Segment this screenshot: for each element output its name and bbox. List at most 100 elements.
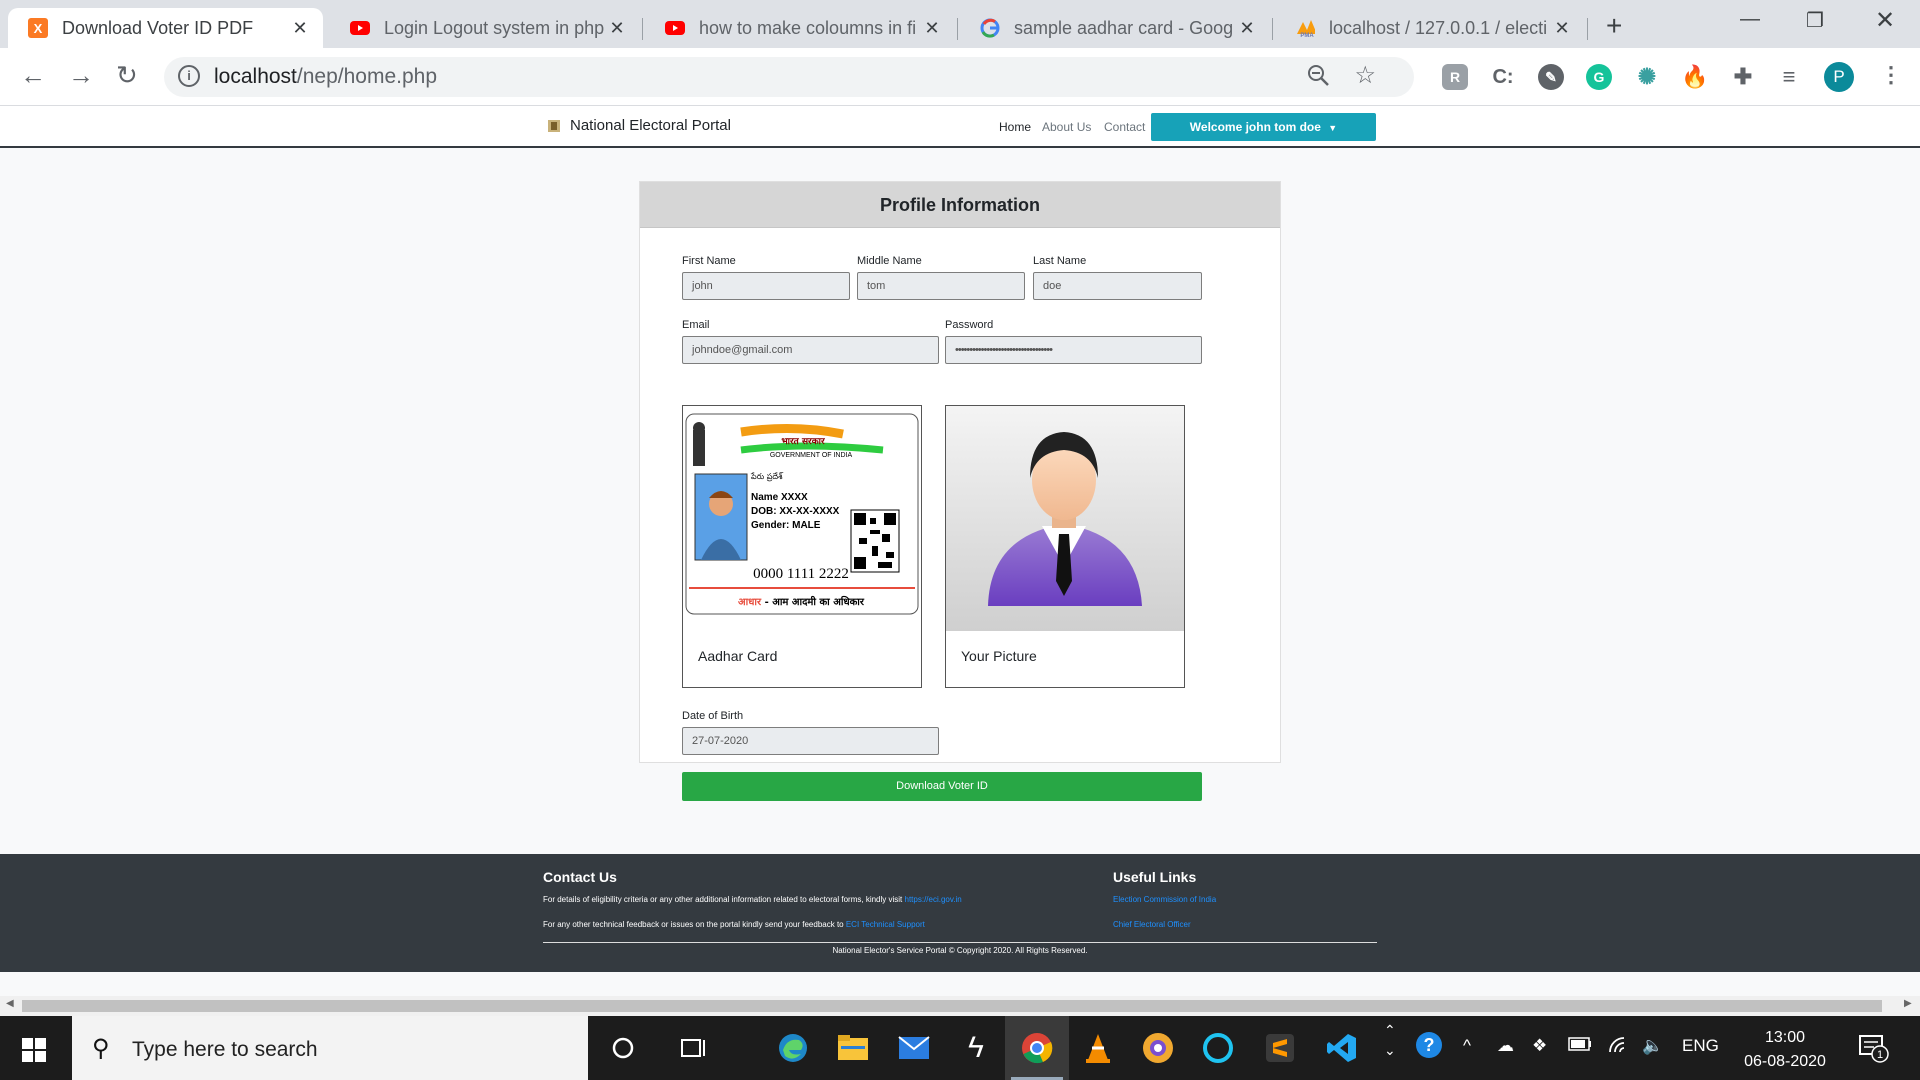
vscode-icon[interactable] bbox=[1324, 1030, 1360, 1066]
extension-fire-icon[interactable]: 🔥 bbox=[1681, 64, 1709, 90]
forward-arrow-icon[interactable]: → bbox=[68, 60, 94, 91]
contact-line-2: For any other technical feedback or issu… bbox=[543, 920, 925, 929]
app-lightning-icon[interactable]: ϟ bbox=[958, 1030, 994, 1066]
file-explorer-icon[interactable] bbox=[835, 1030, 871, 1066]
email-field[interactable]: johndoe@gmail.com bbox=[682, 336, 939, 364]
footer-divider bbox=[543, 942, 1377, 943]
your-picture-box[interactable]: Your Picture bbox=[945, 405, 1185, 688]
youtube-icon bbox=[665, 18, 685, 38]
tab-title: sample aadhar card - Goog bbox=[1014, 17, 1234, 38]
vlc-icon[interactable] bbox=[1080, 1030, 1116, 1066]
password-field[interactable]: •••••••••••••••••••••••••••••••••• bbox=[945, 336, 1202, 364]
minimize-button[interactable]: — bbox=[1740, 8, 1760, 31]
last-name-field[interactable]: doe bbox=[1033, 272, 1202, 300]
nav-home[interactable]: Home bbox=[999, 120, 1031, 134]
notifications-icon[interactable]: 1 bbox=[1858, 1034, 1890, 1069]
windows-taskbar: ⚲ Type here to search ϟ ⌃ ⌄ ? ^ ☁ ❖ 🔈 EN… bbox=[0, 1016, 1920, 1080]
scrollbar-thumb[interactable] bbox=[22, 1000, 1882, 1012]
contact-us-heading: Contact Us bbox=[543, 869, 617, 885]
cortana-icon[interactable] bbox=[605, 1030, 641, 1066]
middle-name-field[interactable]: tom bbox=[857, 272, 1025, 300]
close-window-button[interactable]: ✕ bbox=[1875, 6, 1895, 35]
tab-separator bbox=[1272, 18, 1273, 40]
chrome-taskbar-button[interactable] bbox=[1005, 1016, 1069, 1080]
extension-compass-icon[interactable]: ✎ bbox=[1538, 64, 1564, 90]
volume-icon[interactable]: 🔈 bbox=[1642, 1036, 1663, 1056]
extension-code-icon[interactable]: C: bbox=[1490, 64, 1516, 90]
chrome-icon bbox=[1019, 1030, 1055, 1066]
first-name-field[interactable]: john bbox=[682, 272, 850, 300]
profile-avatar[interactable]: P bbox=[1824, 62, 1854, 92]
taskbar-clock[interactable]: 13:00 06-08-2020 bbox=[1730, 1026, 1840, 1074]
zoom-icon[interactable] bbox=[1306, 63, 1330, 93]
mail-icon[interactable] bbox=[896, 1030, 932, 1066]
tab-phpmyadmin[interactable]: PMA localhost / 127.0.0.1 / electi ✕ bbox=[1275, 8, 1585, 48]
onedrive-cloud-icon[interactable]: ☁ bbox=[1497, 1036, 1514, 1056]
battery-icon[interactable] bbox=[1568, 1036, 1592, 1056]
tab-aadhar-search[interactable]: sample aadhar card - Goog ✕ bbox=[960, 8, 1270, 48]
restore-button[interactable]: ❐ bbox=[1806, 8, 1824, 33]
scroll-left-icon[interactable]: ◀ bbox=[6, 998, 14, 1009]
media-control-icon[interactable]: ≡ bbox=[1776, 64, 1802, 90]
horizontal-scrollbar[interactable]: ◀ ▶ bbox=[0, 996, 1920, 1016]
caret-down-icon: ▼ bbox=[1328, 123, 1338, 133]
site-brand[interactable]: National Electoral Portal bbox=[546, 117, 731, 134]
close-tab-icon[interactable]: ✕ bbox=[1236, 18, 1258, 39]
dropbox-icon[interactable]: ❖ bbox=[1532, 1036, 1547, 1056]
show-hidden-icons-icon[interactable]: ^ bbox=[1463, 1036, 1471, 1056]
grammarly-icon[interactable]: G bbox=[1586, 64, 1612, 90]
user-dropdown-button[interactable]: Welcome john tom doe ▼ bbox=[1151, 113, 1376, 141]
clock-date: 06-08-2020 bbox=[1744, 1053, 1826, 1070]
alexa-icon[interactable] bbox=[1200, 1030, 1236, 1066]
first-name-label: First Name bbox=[682, 255, 736, 267]
link-election-commission[interactable]: Election Commission of India bbox=[1113, 895, 1216, 904]
app-circle-icon[interactable] bbox=[1140, 1030, 1176, 1066]
close-tab-icon[interactable]: ✕ bbox=[921, 18, 943, 39]
wifi-icon[interactable] bbox=[1608, 1036, 1630, 1061]
link-chief-electoral-officer[interactable]: Chief Electoral Officer bbox=[1113, 920, 1191, 929]
dob-field[interactable]: 27-07-2020 bbox=[682, 727, 939, 755]
new-tab-button[interactable]: + bbox=[1606, 10, 1622, 42]
middle-name-label: Middle Name bbox=[857, 255, 922, 267]
aadhar-card-box[interactable]: भारत सरकार GOVERNMENT OF INDIA పేరు ప్రద… bbox=[682, 405, 922, 688]
taskbar-search[interactable]: ⚲ Type here to search bbox=[72, 1016, 588, 1080]
nav-about-us[interactable]: About Us bbox=[1042, 120, 1091, 134]
address-bar[interactable]: i localhost/nep/home.php ☆ bbox=[164, 57, 1414, 97]
close-tab-icon[interactable]: ✕ bbox=[289, 18, 311, 39]
aadhar-number: 0000 1111 2222 bbox=[753, 566, 849, 582]
url-text[interactable]: localhost/nep/home.php bbox=[214, 65, 437, 89]
site-info-icon[interactable]: i bbox=[178, 65, 200, 87]
bookmark-star-icon[interactable]: ☆ bbox=[1354, 61, 1376, 90]
aadhar-tagline: - आम आदमी का अधिकार bbox=[761, 595, 865, 608]
scroll-right-icon[interactable]: ▶ bbox=[1904, 998, 1912, 1009]
eci-website-link[interactable]: https://eci.gov.in bbox=[905, 895, 962, 904]
tab-download-voter-id[interactable]: X Download Voter ID PDF ✕ bbox=[8, 8, 323, 48]
language-indicator[interactable]: ENG bbox=[1682, 1036, 1719, 1056]
extension-octopus-icon[interactable]: ✺ bbox=[1634, 64, 1660, 90]
download-voter-id-button[interactable]: Download Voter ID bbox=[682, 772, 1202, 801]
tab-coloumns[interactable]: how to make coloumns in fi ✕ bbox=[645, 8, 955, 48]
password-label: Password bbox=[945, 319, 994, 331]
edge-icon[interactable] bbox=[775, 1030, 811, 1066]
search-placeholder: Type here to search bbox=[132, 1038, 318, 1061]
reload-icon[interactable]: ↻ bbox=[116, 60, 138, 91]
sublime-text-icon[interactable] bbox=[1262, 1030, 1298, 1066]
tab-login-logout[interactable]: Login Logout system in php ✕ bbox=[330, 8, 640, 48]
task-view-icon[interactable] bbox=[676, 1030, 712, 1066]
back-arrow-icon[interactable]: ← bbox=[20, 60, 46, 91]
tray-scroll-icon[interactable]: ⌃ ⌄ bbox=[1384, 1020, 1396, 1060]
svg-text:?: ? bbox=[1424, 1035, 1435, 1055]
close-tab-icon[interactable]: ✕ bbox=[1551, 18, 1573, 39]
welcome-text: Welcome john tom doe bbox=[1189, 120, 1321, 134]
extension-icon[interactable]: R bbox=[1442, 64, 1468, 90]
aadhar-card-image: भारत सरकार GOVERNMENT OF INDIA పేరు ప్రద… bbox=[685, 413, 919, 615]
nav-contact[interactable]: Contact bbox=[1104, 120, 1145, 134]
profile-card-title: Profile Information bbox=[640, 182, 1280, 228]
windows-start-icon[interactable] bbox=[22, 1038, 46, 1062]
eci-support-link[interactable]: ECI Technical Support bbox=[846, 920, 925, 929]
help-icon[interactable]: ? bbox=[1414, 1030, 1448, 1069]
extensions-puzzle-icon[interactable]: ✚ bbox=[1730, 64, 1756, 90]
close-tab-icon[interactable]: ✕ bbox=[606, 18, 628, 39]
menu-kebab-icon[interactable]: ⋮ bbox=[1880, 62, 1902, 88]
tab-separator bbox=[642, 18, 643, 40]
